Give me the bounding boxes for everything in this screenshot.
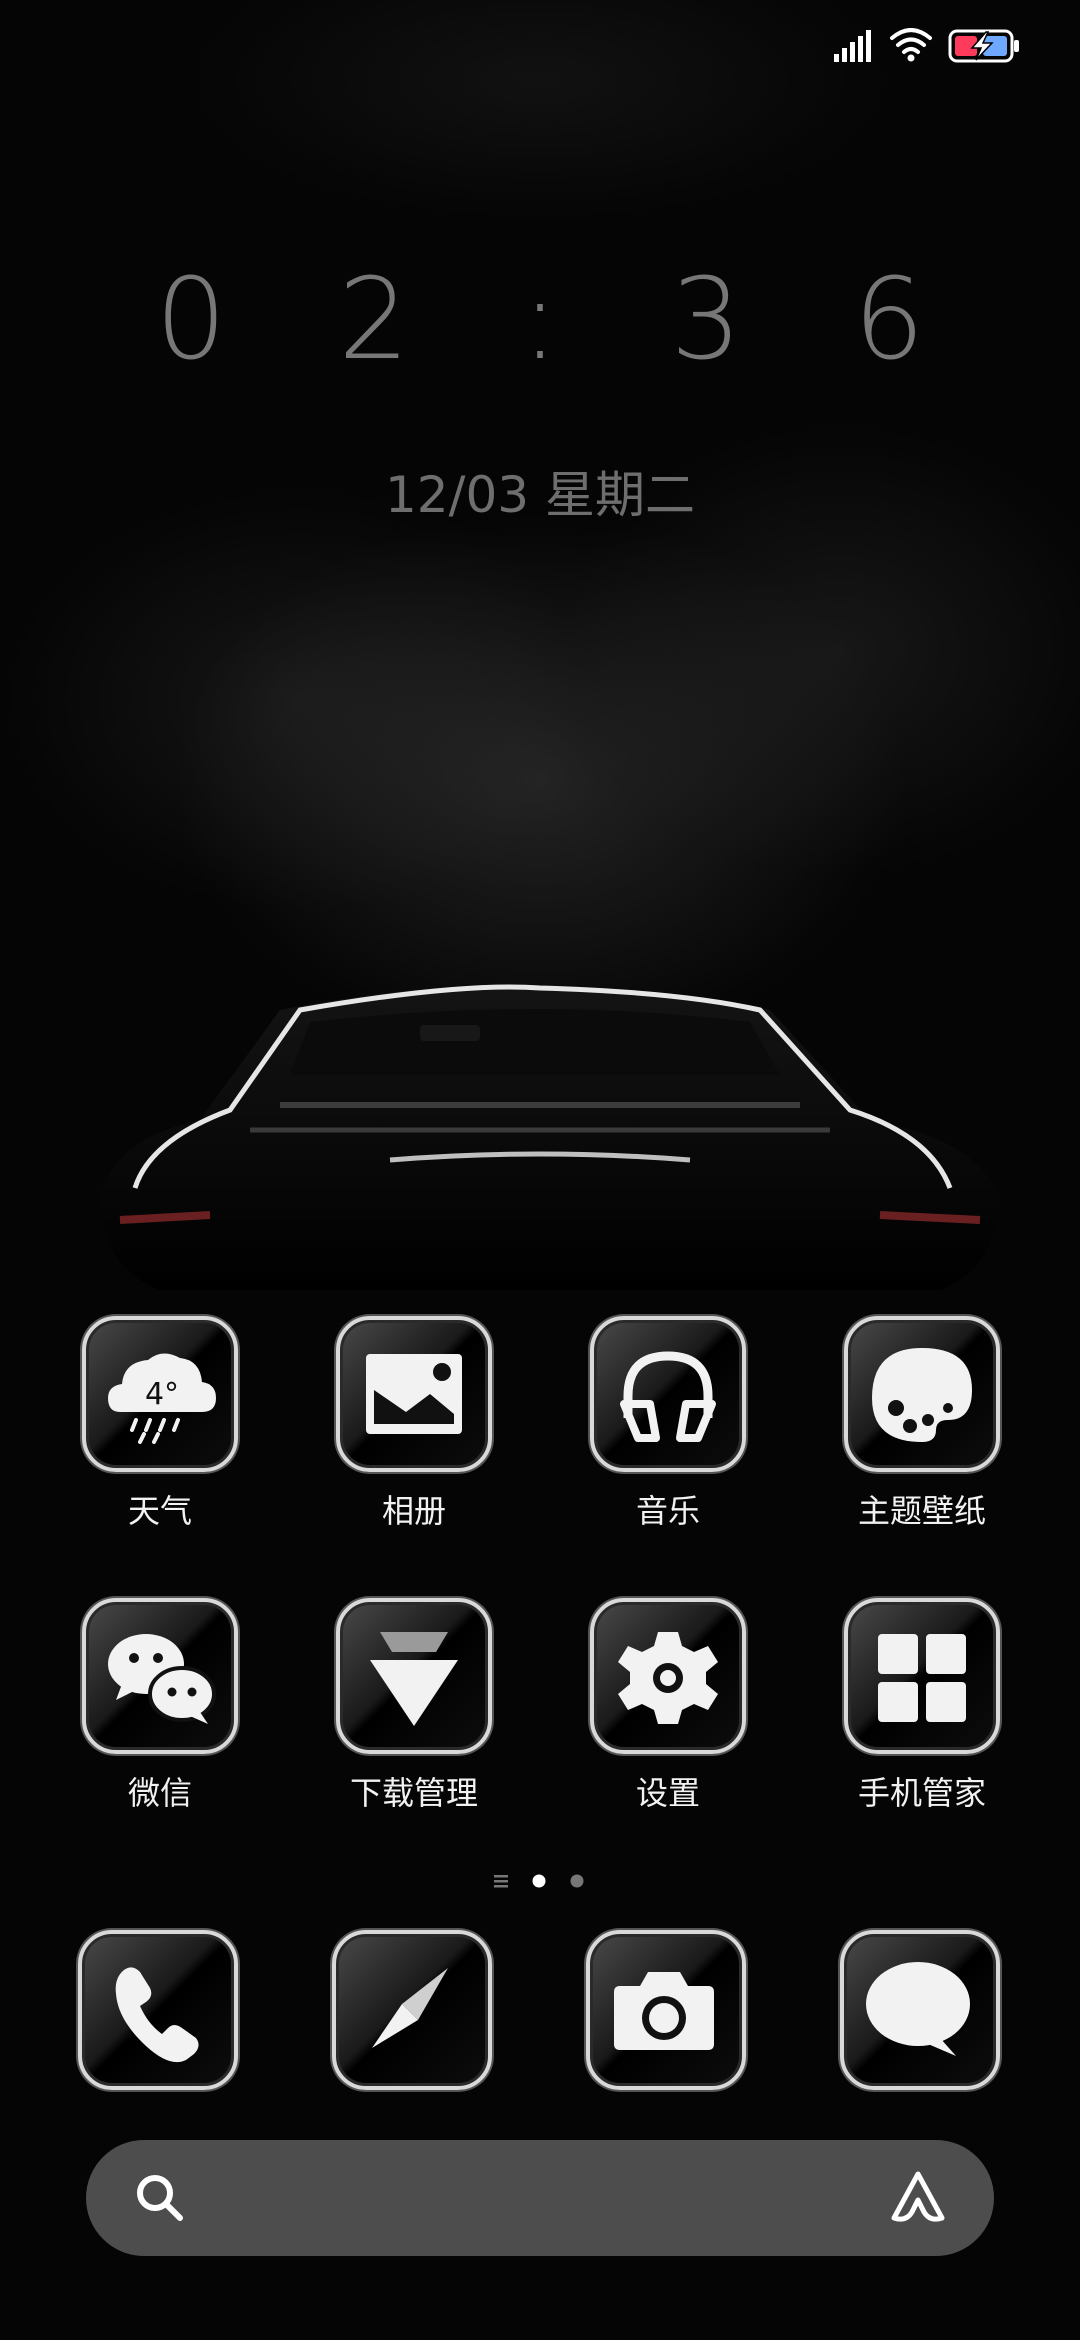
settings-icon — [590, 1598, 746, 1754]
home-screen: 0 2 : 3 6 12/03 星期二 4° 天气 相册 音乐 主题壁纸 微信 … — [0, 0, 1080, 2340]
app-label-themes: 主题壁纸 — [857, 1492, 986, 1530]
wallpaper-car — [100, 984, 1000, 1290]
browser-icon — [372, 1968, 448, 2048]
themes-icon — [844, 1316, 1000, 1472]
app-music[interactable]: 音乐 — [558, 1316, 778, 1532]
app-gallery[interactable]: 相册 — [304, 1316, 524, 1532]
security-icon — [844, 1598, 1000, 1754]
dock-messages[interactable] — [840, 1930, 1000, 2090]
music-icon — [590, 1316, 746, 1472]
wifi-icon — [890, 28, 932, 62]
app-label-settings: 设置 — [635, 1774, 700, 1812]
feed-page-icon[interactable] — [494, 1875, 508, 1888]
app-downloads[interactable]: 下载管理 — [304, 1598, 524, 1814]
dock-browser[interactable] — [332, 1930, 492, 2090]
app-settings[interactable]: 设置 — [558, 1598, 778, 1814]
dock-camera[interactable] — [586, 1930, 746, 2090]
phone-icon — [115, 1967, 199, 2063]
status-bar — [0, 0, 1080, 96]
signal-icon — [834, 30, 871, 62]
search-bar[interactable] — [86, 2140, 994, 2256]
gallery-icon — [336, 1316, 492, 1472]
app-label-weather: 天气 — [127, 1492, 192, 1530]
app-label-downloads: 下载管理 — [349, 1774, 478, 1812]
search-icon[interactable] — [132, 2170, 188, 2226]
app-label-gallery: 相册 — [381, 1492, 446, 1530]
weather-icon: 4° — [82, 1316, 238, 1472]
assistant-icon[interactable] — [886, 2166, 950, 2230]
app-wechat[interactable]: 微信 — [50, 1598, 270, 1814]
battery-charging-icon — [948, 29, 1019, 63]
page-dot[interactable] — [570, 1874, 584, 1888]
wechat-icon — [82, 1598, 238, 1754]
app-label-music: 音乐 — [635, 1492, 700, 1530]
app-weather[interactable]: 4° 天气 — [50, 1316, 270, 1532]
download-icon — [336, 1598, 492, 1754]
page-indicator[interactable] — [480, 1868, 600, 1894]
dock-phone[interactable] — [78, 1930, 238, 2090]
messages-icon — [866, 1962, 970, 2056]
app-themes[interactable]: 主题壁纸 — [812, 1316, 1032, 1532]
camera-icon — [614, 1972, 714, 2050]
clock-time[interactable]: 0 2 : 3 6 — [0, 255, 1080, 385]
page-dot-active[interactable] — [532, 1874, 546, 1888]
weather-temp: 4° — [145, 1377, 179, 1412]
app-label-wechat: 微信 — [127, 1774, 192, 1812]
app-security[interactable]: 手机管家 — [812, 1598, 1032, 1814]
clock-date[interactable]: 12/03 星期二 — [0, 455, 1080, 527]
app-label-security: 手机管家 — [857, 1774, 986, 1812]
